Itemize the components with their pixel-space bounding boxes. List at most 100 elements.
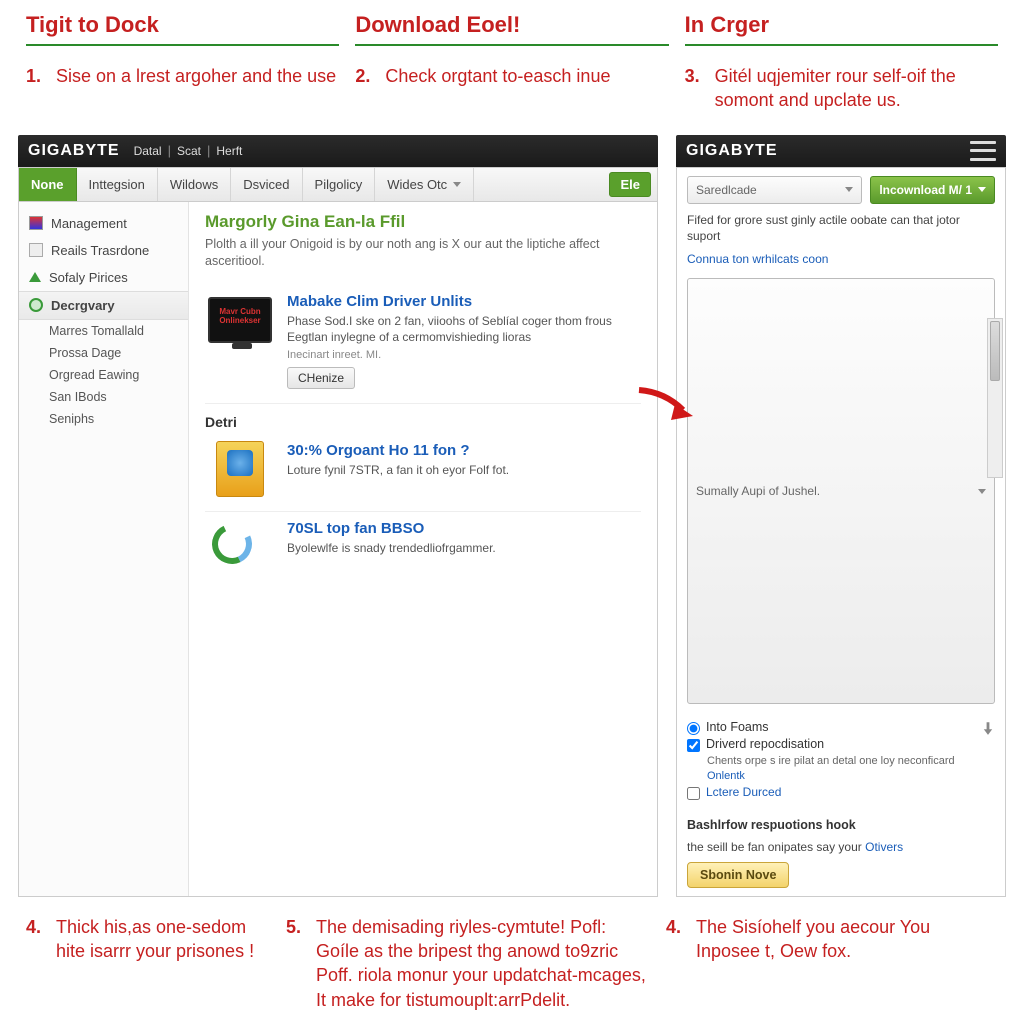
option-lctere[interactable]: Lctere Durced bbox=[687, 785, 975, 800]
option-driverd[interactable]: Driverd repocdisation bbox=[687, 737, 975, 752]
opt2-subdesc: Chents orpe s ire pilat an detal one loy… bbox=[707, 755, 955, 767]
link-onlentk[interactable]: Onlentk bbox=[707, 770, 745, 782]
monitor-thumb: Mavr Cubn Onlinekser bbox=[205, 293, 275, 348]
sidebar-item-decrgvary[interactable]: Decrgvary bbox=[19, 291, 188, 320]
step-3-num: 3. bbox=[685, 64, 707, 113]
download-label: lncownload M/ 1 bbox=[879, 183, 972, 197]
link-otivers[interactable]: Otivers bbox=[865, 840, 903, 854]
top-link-3[interactable]: Herft bbox=[216, 144, 242, 158]
monitor-icon: Mavr Cubn Onlinekser bbox=[208, 297, 272, 343]
step-5-text: The demisading riyles-cymtute! Pofl: Goí… bbox=[316, 915, 650, 1012]
step-1-num: 1. bbox=[26, 64, 48, 88]
select-sumally[interactable]: Sumally Aupi of Jushel. bbox=[687, 278, 995, 704]
sidebar-item-sofaly[interactable]: Sofaly Pirices bbox=[19, 264, 188, 291]
step-5: 5. The demisading riyles-cymtute! Pofl: … bbox=[286, 915, 650, 1012]
tab-windows[interactable]: Wildows bbox=[158, 168, 231, 201]
sidebar-label-2: Reails Trasrdone bbox=[51, 243, 149, 258]
tab-wides-otc[interactable]: Wides Otc bbox=[375, 168, 474, 201]
main-tabbar: None Inttegsion Wildows Dsviced Pilgolic… bbox=[19, 168, 657, 202]
step-4l-text: Thick his,as one-sedom hite isarrr your … bbox=[56, 915, 270, 964]
sidebar-item-reails[interactable]: Reails Trasrdone bbox=[19, 237, 188, 264]
menu-icon[interactable] bbox=[970, 141, 996, 161]
select2-value: Sumally Aupi of Jushel. bbox=[696, 484, 820, 498]
top-link-2[interactable]: Scat bbox=[177, 144, 201, 158]
step-3-text: Gitél uqjemiter rour self-oif the somont… bbox=[715, 64, 998, 113]
refresh-icon bbox=[212, 524, 268, 570]
heading-2: Download Eoel! bbox=[355, 12, 668, 46]
tab-integration[interactable]: Inttegsion bbox=[77, 168, 158, 201]
sidebar-sub-4[interactable]: San IBods bbox=[19, 386, 188, 408]
step-3: 3. Gitél uqjemiter rour self-oif the som… bbox=[685, 64, 998, 113]
tab-none[interactable]: None bbox=[19, 168, 77, 201]
swirl-thumb bbox=[205, 520, 275, 575]
flag-icon bbox=[29, 216, 43, 230]
ele-button[interactable]: Ele bbox=[609, 172, 651, 197]
heading-1: Tigit to Dock bbox=[26, 12, 339, 46]
sidebar-sub-1[interactable]: Marres Tomallald bbox=[19, 320, 188, 342]
bashlrfow-heading: Bashlrfow respuotions hook bbox=[687, 818, 995, 832]
tab-policy[interactable]: Pilgolicy bbox=[303, 168, 376, 201]
tab-deviced[interactable]: Dsviced bbox=[231, 168, 302, 201]
card2-desc: Loture fynil 7STR, a fan it oh eyor Folf… bbox=[287, 462, 509, 478]
right-titlebar: GIGABYTE bbox=[676, 135, 1006, 167]
bashlrfow-body: the seill be fan onipates say your Otive… bbox=[687, 840, 995, 854]
select-saredlcade[interactable]: Saredlcade bbox=[687, 176, 862, 204]
download-icon[interactable] bbox=[981, 722, 995, 736]
card1-meta: Inecinart inreet. MI. bbox=[287, 349, 641, 361]
opt2-label: Driverd repocdisation bbox=[706, 737, 824, 751]
link-connua[interactable]: Connua ton wrhilcats coon bbox=[687, 252, 995, 266]
opt2-subtext: Chents orpe s ire pilat an detal one loy… bbox=[707, 754, 975, 783]
content-subtitle: Plolth a ill your Onigoid is by our noth… bbox=[205, 236, 641, 271]
brand-left: GIGABYTE bbox=[28, 142, 120, 160]
heading-3: In Crger bbox=[685, 12, 998, 46]
sidebar-label-active: Decrgvary bbox=[51, 298, 115, 313]
document-icon bbox=[29, 243, 43, 257]
sidebar-label-3: Sofaly Pirices bbox=[49, 270, 128, 285]
step-4-right: 4. The Sisíohelf you aecour You Inposee … bbox=[666, 915, 998, 964]
card2-title[interactable]: 30:% Orgoant Ho 11 fon ? bbox=[287, 442, 509, 459]
card3-title[interactable]: 70SL top fan BBSO bbox=[287, 520, 496, 537]
option-into-foams[interactable]: Into Foams bbox=[687, 720, 975, 735]
scrollbar[interactable] bbox=[987, 318, 1003, 478]
chenize-button[interactable]: CHenize bbox=[287, 367, 355, 389]
sidebar-sub-5[interactable]: Seniphs bbox=[19, 408, 188, 430]
opt1-label: Into Foams bbox=[706, 720, 769, 734]
step-2: 2. Check orgtant to-easch inue bbox=[355, 64, 668, 88]
top-link-1[interactable]: Datal bbox=[134, 144, 162, 158]
card1-desc: Phase Sod.I ske on 2 fan, viioohs of Seb… bbox=[287, 313, 641, 345]
box-icon bbox=[216, 441, 264, 497]
support-note: Fifed for grore sust ginly actile oobate… bbox=[687, 212, 995, 244]
card1-title[interactable]: Mabake Clim Driver Unlits bbox=[287, 293, 641, 310]
step-1: 1. Sise on a lrest argoher and the use bbox=[26, 64, 339, 88]
card-orgoant: 30:% Orgoant Ho 11 fon ? Loture fynil 7S… bbox=[205, 434, 641, 512]
select1-value: Saredlcade bbox=[696, 183, 757, 197]
step-4r-text: The Sisíohelf you aecour You Inposee t, … bbox=[696, 915, 998, 964]
monitor-label: Mavr Cubn Onlinekser bbox=[210, 299, 270, 325]
card-driver-units: Mavr Cubn Onlinekser Mabake Clim Driver … bbox=[205, 285, 641, 404]
scrollbar-thumb[interactable] bbox=[990, 321, 1000, 381]
section-detri: Detri bbox=[205, 414, 641, 430]
step-4-left: 4. Thick his,as one-sedom hite isarrr yo… bbox=[26, 915, 270, 964]
step-4l-num: 4. bbox=[26, 915, 48, 964]
checkbox-driverd[interactable] bbox=[687, 739, 700, 752]
card-70sl: 70SL top fan BBSO Byolewlfe is snady tre… bbox=[205, 512, 641, 589]
sbonin-nove-button[interactable]: Sbonin Nove bbox=[687, 862, 789, 888]
sidebar-sub-2[interactable]: Prossa Dage bbox=[19, 342, 188, 364]
brand-right: GIGABYTE bbox=[686, 142, 778, 160]
sidebar-item-management[interactable]: Management bbox=[19, 210, 188, 237]
checkbox-lctere[interactable] bbox=[687, 787, 700, 800]
boxart-thumb bbox=[205, 442, 275, 497]
opt3-label[interactable]: Lctere Durced bbox=[706, 785, 781, 799]
sidebar-sub-3[interactable]: Orgread Eawing bbox=[19, 364, 188, 386]
step-4r-num: 4. bbox=[666, 915, 688, 964]
step-2-num: 2. bbox=[355, 64, 377, 88]
sidebar-label-1: Management bbox=[51, 216, 127, 231]
content-title: Margorly Gina Ean-la Ffil bbox=[205, 212, 641, 232]
sidebar: Management Reails Trasrdone Sofaly Piric… bbox=[19, 202, 189, 896]
radio-into-foams[interactable] bbox=[687, 722, 700, 735]
card3-desc: Byolewlfe is snady trendedliofrgammer. bbox=[287, 540, 496, 556]
download-button[interactable]: lncownload M/ 1 bbox=[870, 176, 995, 204]
left-titlebar: GIGABYTE Datal | Scat | Herft bbox=[18, 135, 658, 167]
content-area: Margorly Gina Ean-la Ffil Plolth a ill y… bbox=[189, 202, 657, 896]
chevron-down-icon bbox=[978, 187, 986, 192]
